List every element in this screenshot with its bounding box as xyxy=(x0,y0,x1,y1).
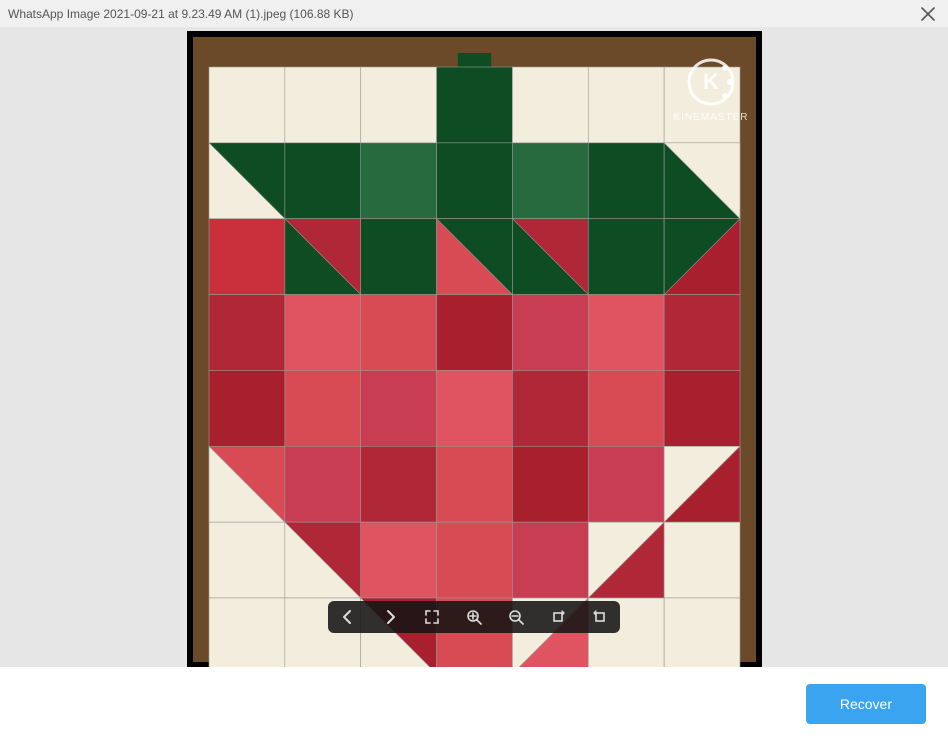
svg-text:KINEMASTER: KINEMASTER xyxy=(673,112,748,123)
rotate-right-icon xyxy=(550,609,566,625)
chevron-left-icon xyxy=(340,609,356,625)
svg-text:K: K xyxy=(703,69,719,94)
title-bar: WhatsApp Image 2021-09-21 at 9.23.49 AM … xyxy=(0,0,948,28)
close-button[interactable] xyxy=(916,2,940,26)
rotate-left-icon xyxy=(592,609,608,625)
recover-button[interactable]: Recover xyxy=(806,684,926,724)
rotate-right-button[interactable] xyxy=(548,607,568,627)
zoom-in-button[interactable] xyxy=(464,607,484,627)
file-title: WhatsApp Image 2021-09-21 at 9.23.49 AM … xyxy=(8,7,916,21)
image-viewer: K KINEMASTER xyxy=(0,28,948,667)
zoom-out-icon xyxy=(508,609,524,625)
rotate-left-button[interactable] xyxy=(590,607,610,627)
zoom-out-button[interactable] xyxy=(506,607,526,627)
next-button[interactable] xyxy=(380,607,400,627)
fullscreen-icon xyxy=(424,609,440,625)
fullscreen-button[interactable] xyxy=(422,607,442,627)
zoom-in-icon xyxy=(466,609,482,625)
footer-bar: Recover xyxy=(0,667,948,741)
image-frame: K KINEMASTER xyxy=(187,31,762,668)
preview-image: K KINEMASTER xyxy=(187,31,762,668)
chevron-right-icon xyxy=(382,609,398,625)
viewer-toolbar xyxy=(328,601,620,633)
prev-button[interactable] xyxy=(338,607,358,627)
close-icon xyxy=(921,7,935,21)
